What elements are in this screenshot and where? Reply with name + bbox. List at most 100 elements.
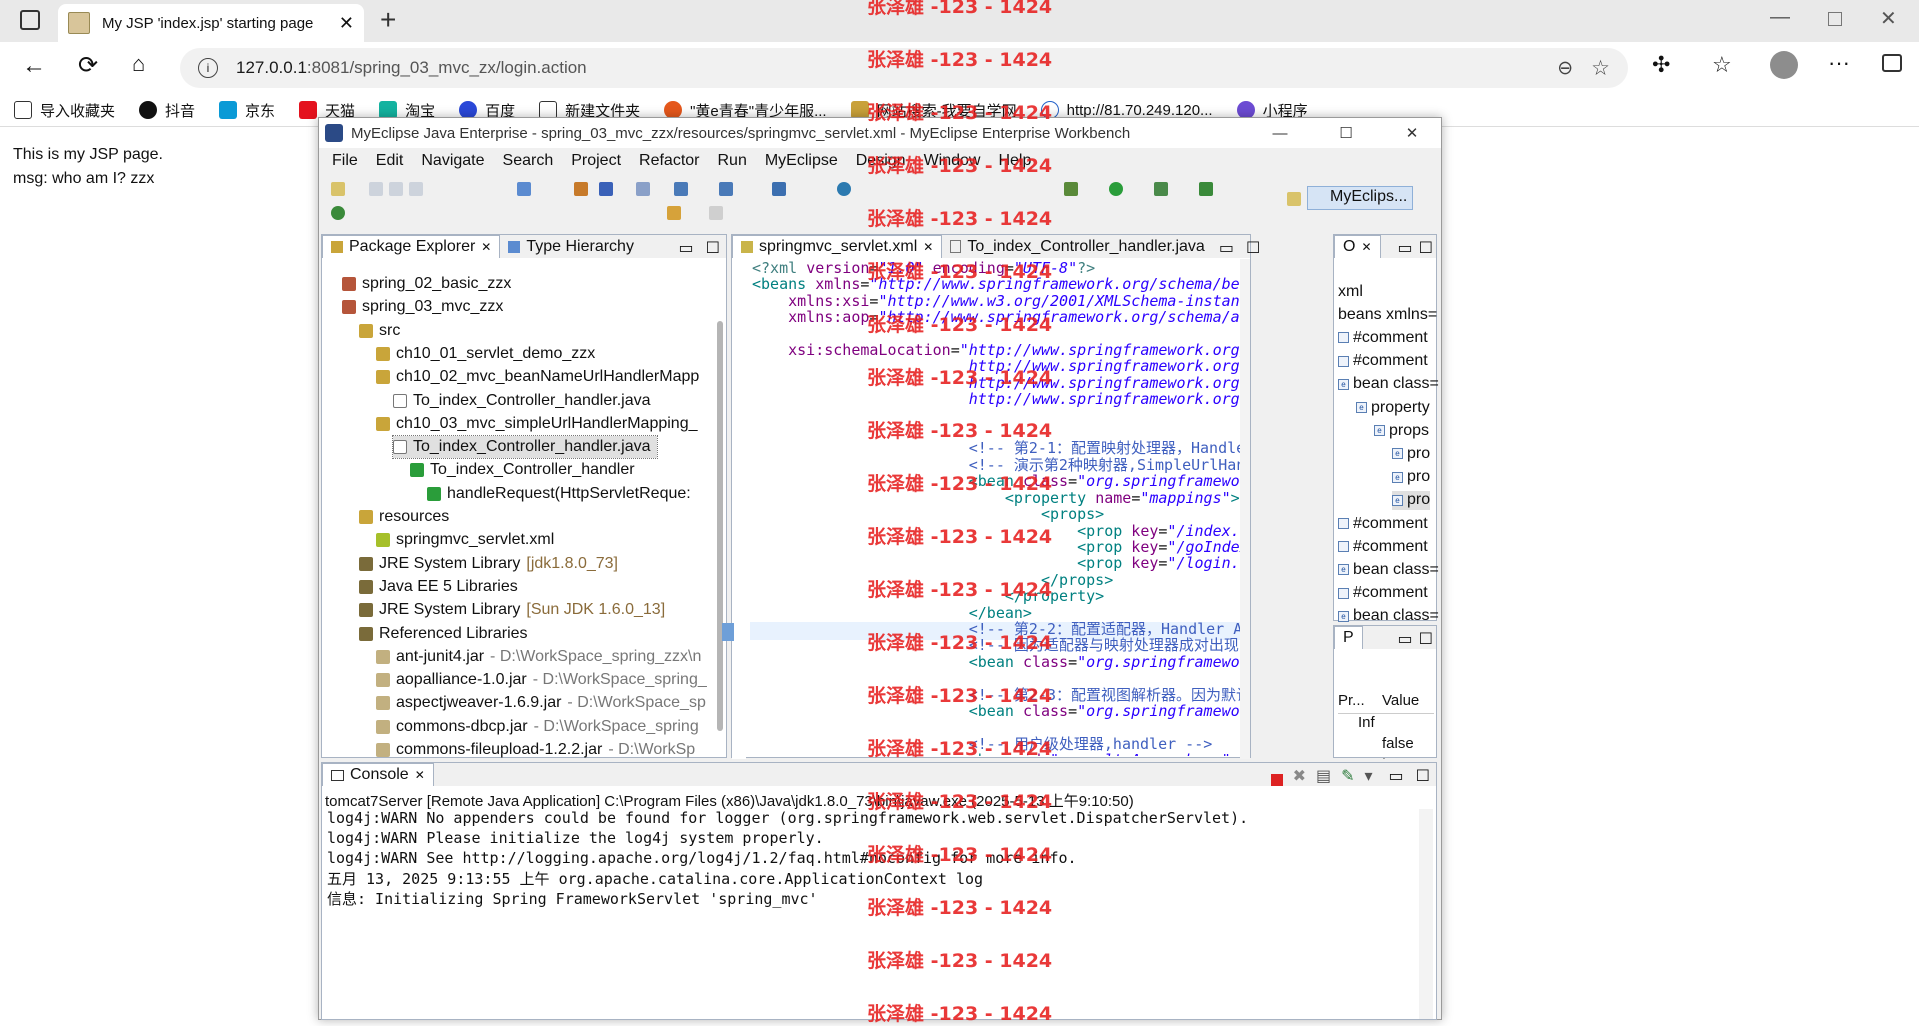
menu-myeclipse[interactable]: MyEclipse (756, 152, 847, 170)
eclipse-maximize-icon[interactable]: ☐ (1317, 124, 1375, 142)
more-menu-icon[interactable]: ··· (1828, 50, 1850, 76)
menu-file[interactable]: File (323, 152, 367, 170)
tab-actions-icon[interactable] (20, 10, 40, 30)
outline-item[interactable]: e props (1374, 421, 1429, 440)
menu-run[interactable]: Run (708, 152, 755, 170)
open-perspective-icon[interactable] (1287, 192, 1301, 206)
bookmark-import[interactable]: 导入收藏夹 (14, 100, 115, 121)
external-tools-icon[interactable] (1199, 182, 1213, 196)
menu-refactor[interactable]: Refactor (630, 152, 708, 170)
outline-item[interactable]: e pro (1392, 468, 1430, 487)
eclipse-minimize-icon[interactable]: — (1251, 125, 1309, 142)
remove-launch-icon[interactable]: ✖ (1293, 766, 1306, 786)
tree-item[interactable]: aspectjweaver-1.6.9.jar - D:\WorkSpace_s… (376, 692, 706, 714)
avatar[interactable] (1770, 51, 1798, 79)
explorer-maximize-icon[interactable]: ☐ (700, 238, 726, 258)
outline-item[interactable]: e pro (1392, 444, 1430, 463)
tree-item[interactable]: ant-junit4.jar - D:\WorkSpace_spring_zzx… (376, 646, 701, 668)
outline-item[interactable]: #comment (1338, 514, 1428, 533)
pin-console-icon[interactable]: ✎ (1341, 766, 1354, 786)
tree-item[interactable]: handleRequest(HttpServletReque: (427, 483, 697, 505)
outline-item[interactable]: e bean class= (1338, 607, 1439, 626)
home-icon[interactable]: ⌂ (132, 51, 145, 77)
browser-tool-icon[interactable] (772, 182, 786, 196)
tree-item[interactable]: To_index_Controller_handler.java (392, 435, 658, 460)
debug-icon[interactable] (1064, 182, 1078, 196)
close-tab-icon[interactable]: ✕ (339, 13, 354, 34)
tree-item[interactable]: Referenced Libraries (359, 623, 534, 645)
outline-item[interactable]: xml (1338, 282, 1363, 301)
tree-item[interactable]: Java EE 5 Libraries (359, 576, 524, 598)
outline-item[interactable]: e pro (1392, 490, 1431, 510)
save-all-icon[interactable] (389, 182, 403, 196)
back-tool-icon[interactable] (667, 206, 681, 220)
tree-item[interactable]: commons-dbcp.jar - D:\WorkSpace_spring (376, 716, 699, 738)
tree-item[interactable]: JRE System Library [Sun JDK 1.6.0_13] (359, 599, 665, 621)
tree-item[interactable]: spring_03_mvc_zzx (342, 296, 509, 318)
menu-navigate[interactable]: Navigate (412, 152, 493, 170)
bookmark-jd[interactable]: 京东 (219, 100, 275, 121)
outline-minimize-icon[interactable]: ▭ (1395, 238, 1416, 258)
back-icon[interactable]: ← (22, 52, 46, 80)
tree-item[interactable]: aopalliance-1.0.jar - D:\WorkSpace_sprin… (376, 669, 707, 691)
properties-maximize-icon[interactable]: ☐ (1416, 629, 1436, 649)
favorites-icon[interactable]: ☆ (1712, 52, 1732, 78)
info-icon[interactable]: i (198, 58, 218, 78)
console-scrollbar[interactable] (1419, 809, 1433, 1019)
zoom-icon[interactable]: ⊖ (1557, 57, 1573, 80)
outline-item[interactable]: e bean class= (1338, 375, 1439, 394)
tab-package-explorer[interactable]: Package Explorer ✕ (322, 235, 501, 258)
tree-item[interactable]: ch10_03_mvc_simpleUrlHandlerMapping_ (376, 413, 704, 435)
editor-maximize-icon[interactable]: ☐ (1240, 238, 1266, 258)
outline-item[interactable]: beans xmlns= (1338, 305, 1437, 324)
tree-item[interactable]: To_index_Controller_handler.java (393, 390, 657, 412)
properties-minimize-icon[interactable]: ▭ (1395, 629, 1416, 649)
new-icon[interactable] (331, 182, 345, 196)
tab-outline[interactable]: O ✕ (1334, 235, 1381, 258)
outline-item[interactable]: e bean class= (1338, 560, 1439, 579)
tree-item[interactable]: resources (359, 506, 455, 528)
clear-console-icon[interactable]: ▤ (1316, 766, 1331, 786)
terminate-icon[interactable] (1270, 774, 1283, 786)
tree-item[interactable]: To_index_Controller_handler (410, 459, 641, 481)
eclipse-close-icon[interactable]: ✕ (1383, 124, 1441, 142)
open-type-icon[interactable] (517, 182, 531, 196)
tab-console[interactable]: Console ✕ (322, 763, 434, 786)
globe-icon[interactable] (837, 182, 851, 196)
outline-item[interactable]: #comment (1338, 328, 1428, 347)
sidebar-icon[interactable] (1882, 54, 1902, 72)
run-icon[interactable] (1109, 182, 1123, 196)
editor-minimize-icon[interactable]: ▭ (1213, 238, 1240, 258)
tree-item[interactable]: JRE System Library [jdk1.8.0_73] (359, 553, 618, 575)
new-tab-icon[interactable]: + (380, 4, 396, 36)
tab-controller-java[interactable]: To_index_Controller_handler.java (942, 235, 1213, 258)
wizard-icon[interactable] (674, 182, 688, 196)
close-window-icon[interactable]: ✕ (1880, 6, 1897, 31)
tab-type-hierarchy[interactable]: Type Hierarchy (500, 235, 642, 258)
console-maximize-icon[interactable]: ☐ (1410, 766, 1436, 786)
print-icon[interactable] (409, 182, 423, 196)
menu-project[interactable]: Project (562, 152, 630, 170)
editor-scrollbar[interactable] (1240, 259, 1250, 759)
browser-tab[interactable]: My JSP 'index.jsp' starting page ✕ (58, 4, 364, 42)
server-icon[interactable] (599, 182, 613, 196)
db-icon[interactable] (636, 182, 650, 196)
menu-search[interactable]: Search (494, 152, 563, 170)
menu-edit[interactable]: Edit (367, 152, 413, 170)
tree-item[interactable]: commons-fileupload-1.2.2.jar - D:\WorkSp (376, 739, 695, 761)
outline-item[interactable]: #comment (1338, 352, 1428, 371)
extensions-icon[interactable]: ✣ (1652, 52, 1670, 78)
perspective-button[interactable]: MyEclips... (1307, 186, 1413, 210)
outline-maximize-icon[interactable]: ☐ (1416, 238, 1436, 258)
outline-item[interactable]: #comment (1338, 584, 1428, 603)
coverage-icon[interactable] (1154, 182, 1168, 196)
refresh-icon[interactable]: ⟳ (78, 51, 98, 80)
tree-item[interactable]: spring_02_basic_zzx (342, 273, 517, 295)
tree-item[interactable]: springmvc_servlet.xml (376, 529, 560, 551)
tab-properties[interactable]: P (1334, 626, 1363, 649)
deploy-icon[interactable] (574, 182, 588, 196)
display-console-icon[interactable]: ▾ (1365, 766, 1373, 786)
favorite-star-icon[interactable]: ☆ (1591, 56, 1610, 81)
console-minimize-icon[interactable]: ▭ (1383, 766, 1410, 786)
forward-tool-icon[interactable] (709, 206, 723, 220)
